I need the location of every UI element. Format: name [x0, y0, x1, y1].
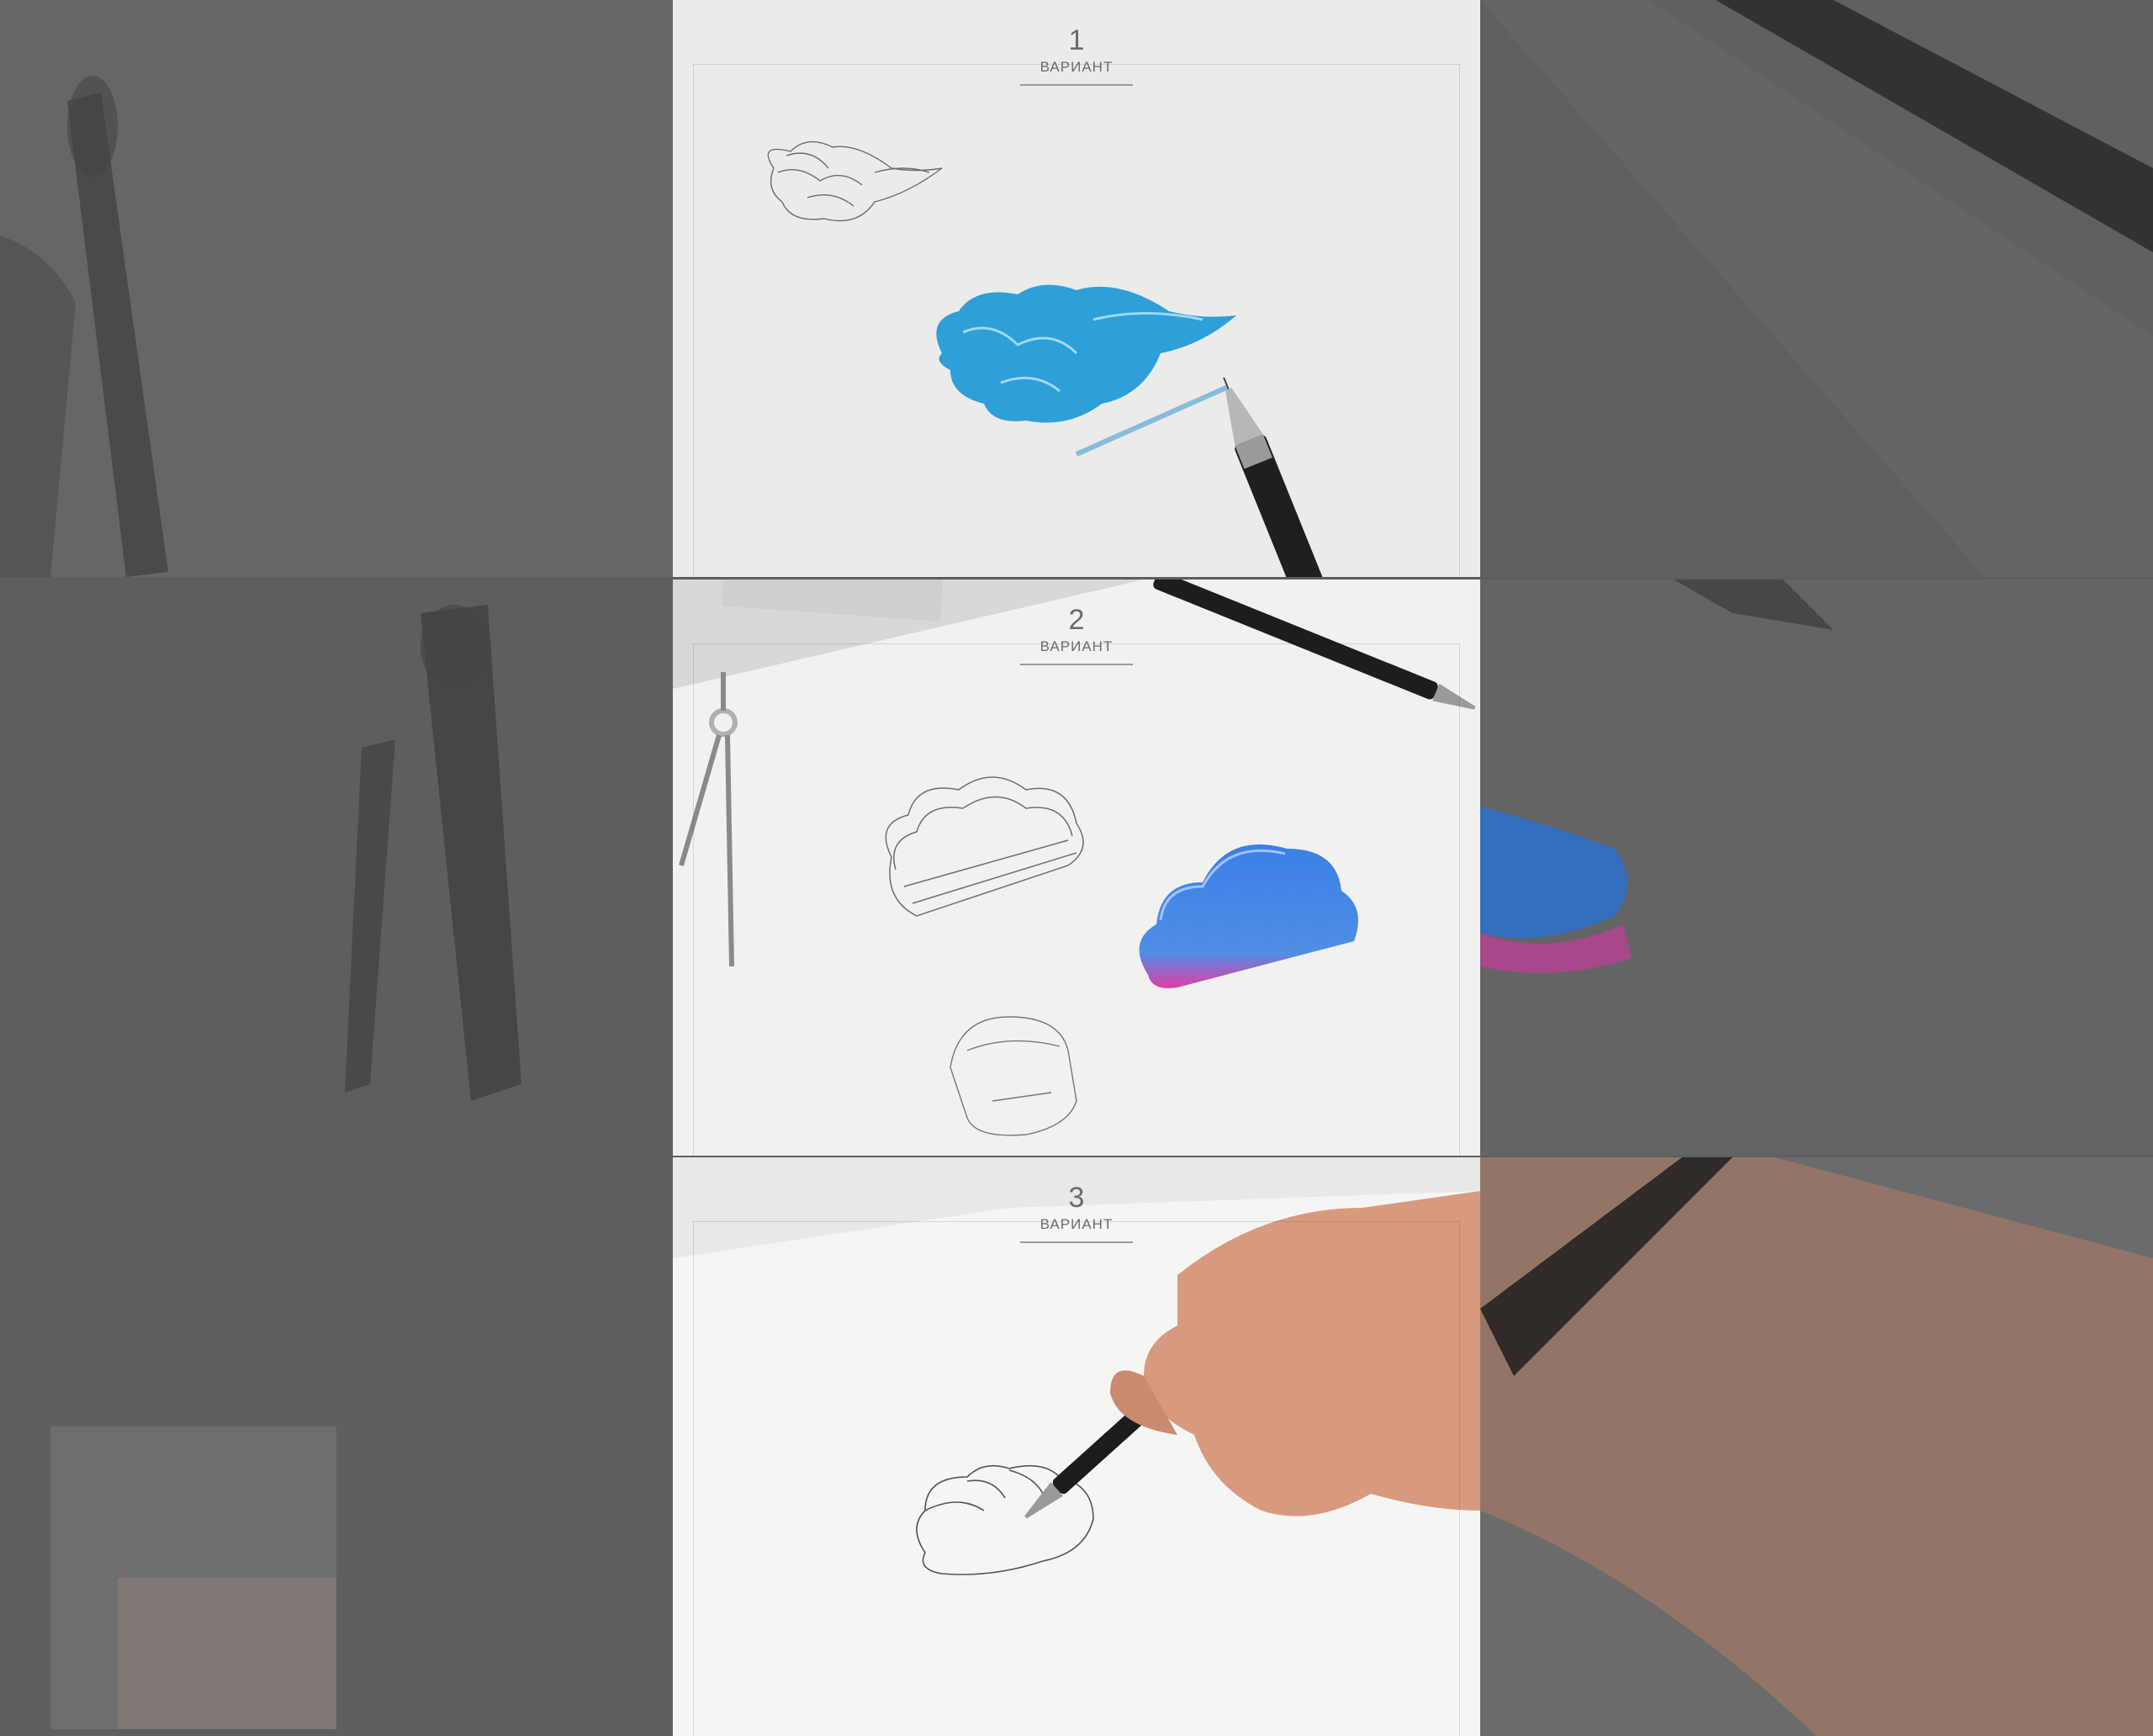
variant-row-1: 1 ВАРИАНТ: [0, 0, 2153, 577]
variant-number: 1: [1068, 24, 1085, 56]
variant-label: ВАРИАНТ: [1039, 638, 1114, 654]
variant-3-illustration: [673, 1157, 1480, 1736]
blurred-background-left: [0, 0, 673, 577]
heading-divider: [1020, 1241, 1133, 1243]
blurred-background-right: [1480, 0, 2153, 577]
variant-3-panel: 3 ВАРИАНТ: [673, 1157, 1480, 1736]
variant-number: 2: [1068, 604, 1085, 636]
variant-1-illustration: [673, 0, 1480, 577]
heading-divider: [1020, 664, 1133, 665]
variant-row-3: 3 ВАРИАНТ: [0, 1157, 2153, 1736]
blurred-background-left: [0, 580, 673, 1156]
variant-label: ВАРИАНТ: [1039, 1216, 1114, 1232]
heading-divider: [1020, 84, 1133, 86]
variant-row-2: 2 ВАРИАНТ: [0, 580, 2153, 1156]
variant-1-panel: 1 ВАРИАНТ: [673, 0, 1480, 577]
blurred-background-left: [0, 1157, 673, 1736]
variant-3-heading: 3 ВАРИАНТ: [992, 1181, 1161, 1243]
variant-2-panel: 2 ВАРИАНТ: [673, 580, 1480, 1156]
variant-label: ВАРИАНТ: [1039, 59, 1114, 75]
variant-number: 3: [1068, 1182, 1085, 1214]
variant-1-heading: 1 ВАРИАНТ: [992, 24, 1161, 86]
blurred-background-right: [1480, 1157, 2153, 1736]
variant-2-heading: 2 ВАРИАНТ: [992, 603, 1161, 665]
variant-2-illustration: [673, 580, 1480, 1156]
blurred-background-right: [1480, 580, 2153, 1156]
